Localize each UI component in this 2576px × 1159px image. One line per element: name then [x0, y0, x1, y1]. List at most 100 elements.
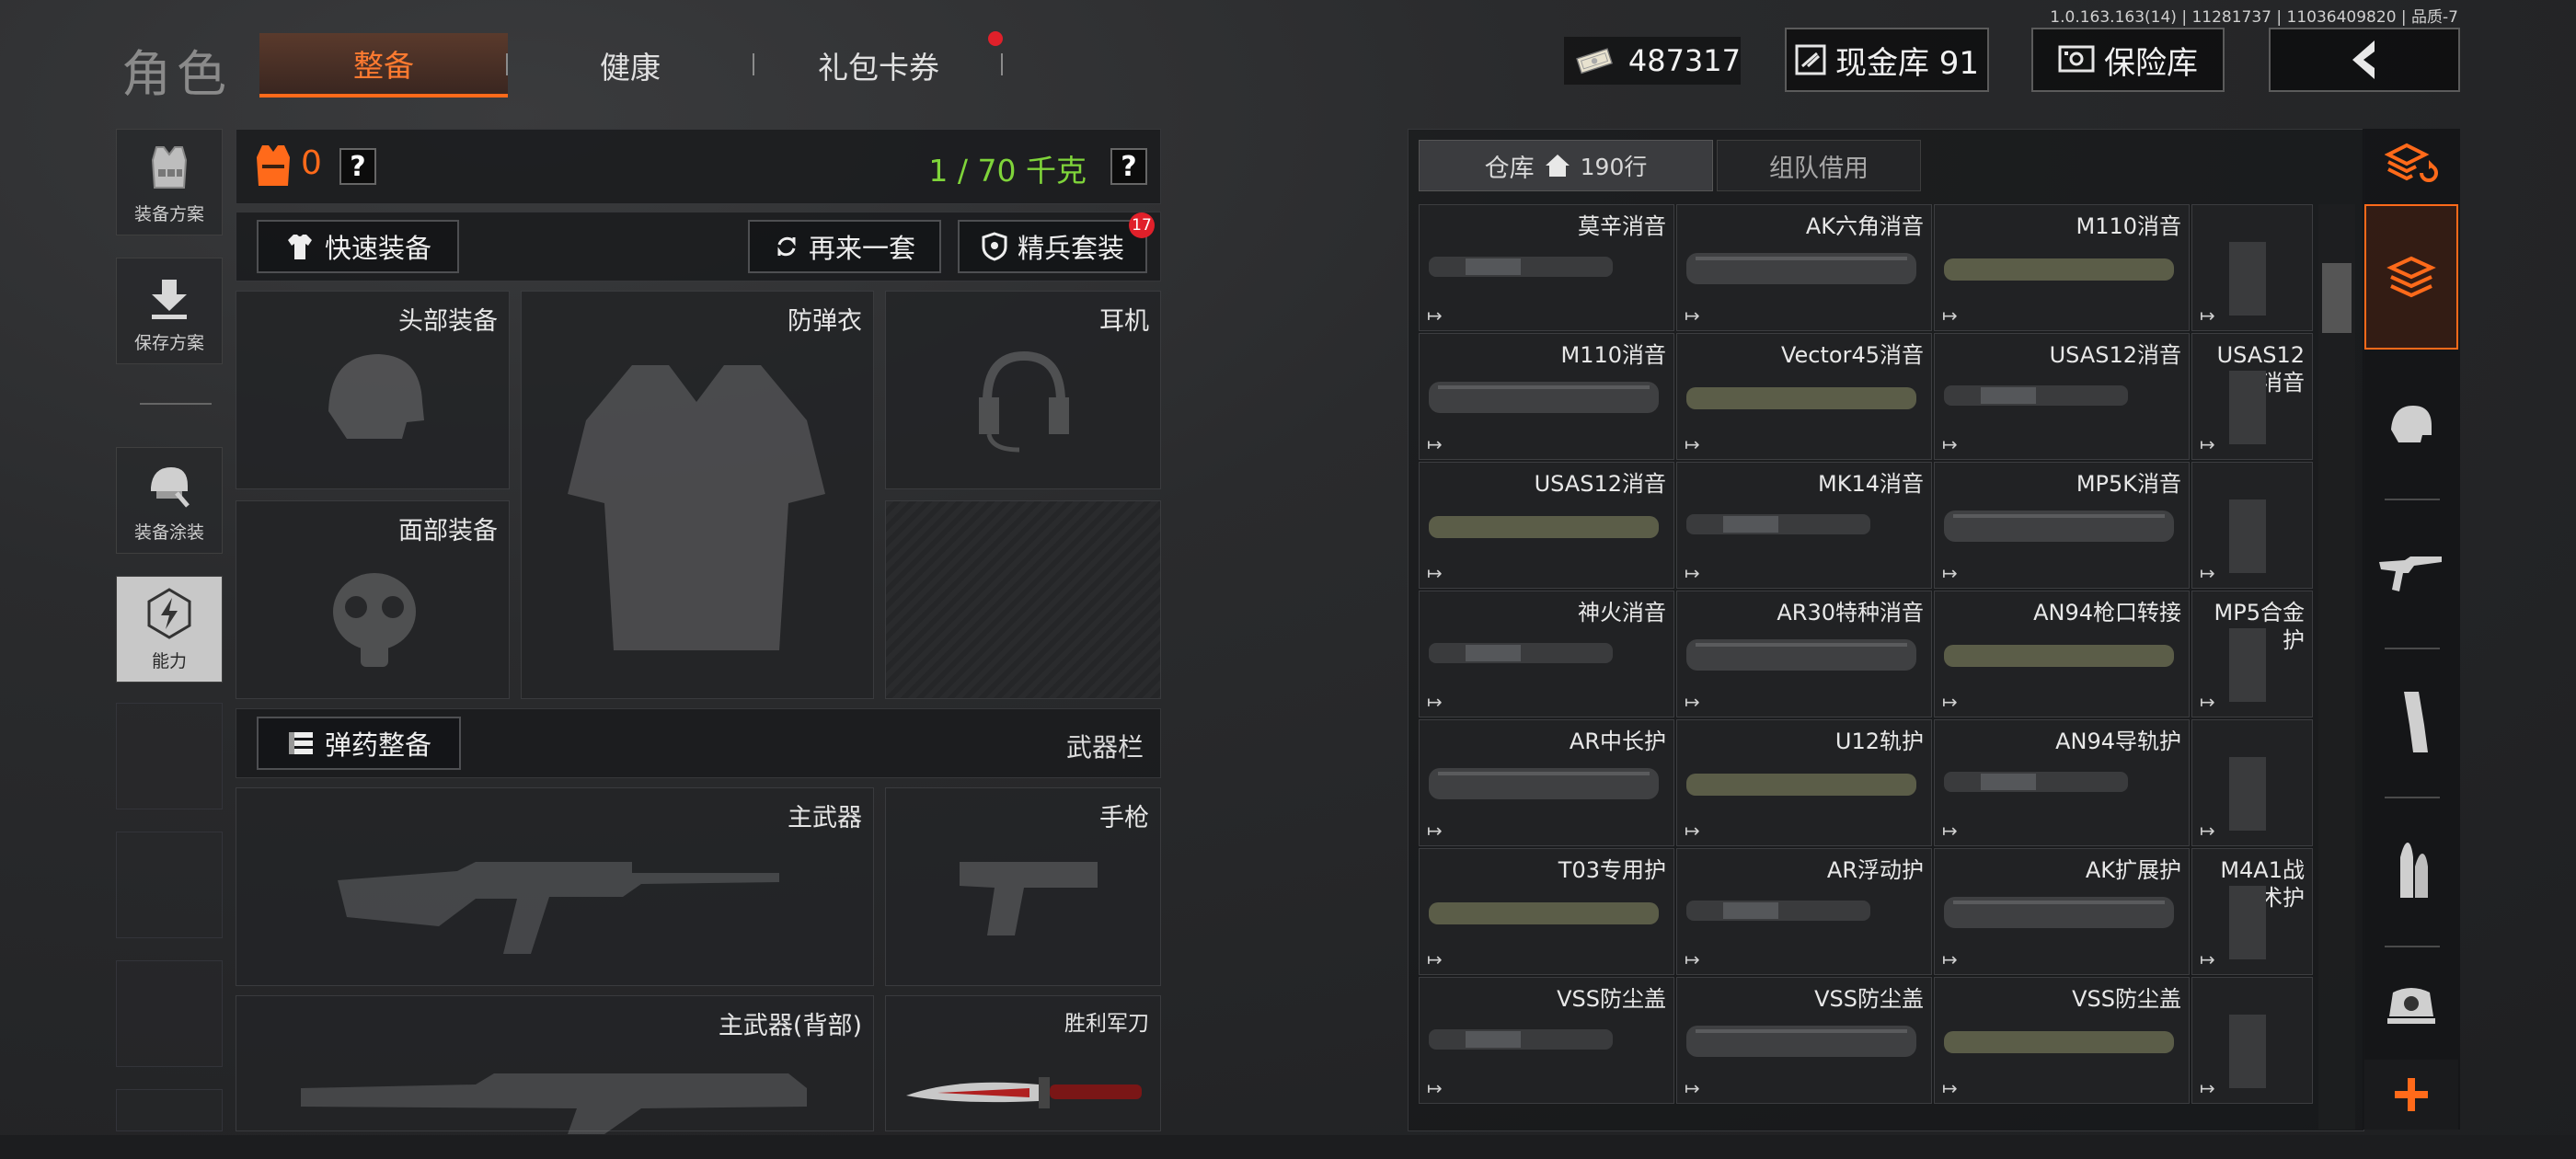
- item-slot[interactable]: AR中长护 ↦: [1419, 719, 1674, 846]
- item-slot[interactable]: 神火消音 ↦: [1419, 591, 1674, 717]
- item-name: MP5K消音: [2076, 471, 2181, 497]
- item-slot[interactable]: MK14消音 ↦: [1676, 462, 1932, 589]
- item-slot[interactable]: 莫辛消音 ↦: [1419, 204, 1674, 331]
- back-button[interactable]: [2269, 28, 2460, 92]
- back-weapon-slot[interactable]: 主武器(背部): [236, 995, 874, 1134]
- item-name: VSS防尘盖: [1814, 986, 1924, 1012]
- stack-layers-icon: [2386, 256, 2436, 298]
- item-slot[interactable]: ↦: [2191, 204, 2313, 331]
- refresh-icon: [777, 236, 796, 257]
- item-slot[interactable]: AN94枪口转接 ↦: [1934, 591, 2190, 717]
- category-magazines[interactable]: [2364, 653, 2458, 791]
- category-attachments[interactable]: [2364, 951, 2458, 1056]
- equipment-skin-label: 装备涂装: [133, 522, 204, 543]
- weight-help-icon[interactable]: ?: [1110, 148, 1147, 185]
- ear-slot[interactable]: 耳机: [885, 291, 1161, 489]
- item-transfer-icon: ↦: [1427, 562, 1443, 584]
- item-slot[interactable]: AR浮动护 ↦: [1676, 848, 1932, 975]
- sort-button[interactable]: [2364, 129, 2458, 202]
- elite-set-button[interactable]: 精兵套装: [958, 220, 1147, 273]
- knife-icon: [906, 1077, 1142, 1108]
- item-transfer-icon: ↦: [2200, 304, 2215, 327]
- item-transfer-icon: ↦: [2200, 1077, 2215, 1099]
- item-slot[interactable]: ↦: [2191, 977, 2313, 1104]
- back-weapon-label: 主武器(背部): [718, 1012, 862, 1040]
- item-transfer-icon: ↦: [1942, 1077, 1958, 1099]
- add-button[interactable]: [2364, 1060, 2458, 1130]
- item-slot[interactable]: M110消音 ↦: [1934, 204, 2190, 331]
- item-slot[interactable]: M4A1战术护 ↦: [2191, 848, 2313, 975]
- item-slot[interactable]: USAS12消音 ↦: [1934, 333, 2190, 460]
- item-slot[interactable]: AK六角消音 ↦: [1676, 204, 1932, 331]
- pistol-silhouette-icon: [960, 862, 1098, 935]
- item-slot[interactable]: AK扩展护 ↦: [1934, 848, 2190, 975]
- ability-button[interactable]: 能力: [116, 576, 223, 683]
- category-all-selected[interactable]: [2364, 204, 2458, 350]
- stack-refresh-icon: [2385, 143, 2438, 182]
- item-transfer-icon: ↦: [2200, 948, 2215, 970]
- item-slot[interactable]: AN94导轨护 ↦: [1934, 719, 2190, 846]
- page-title: 角色: [121, 45, 232, 103]
- loadout-plan-button[interactable]: 装备方案: [116, 129, 223, 235]
- tab-team-borrow[interactable]: 组队借用: [1717, 140, 1921, 191]
- attachment-icon: [2229, 757, 2266, 831]
- elite-set-badge: 17: [1129, 212, 1155, 238]
- item-slot[interactable]: VSS防尘盖 ↦: [1676, 977, 1932, 1104]
- category-ammo[interactable]: [2364, 802, 2458, 940]
- item-slot[interactable]: VSS防尘盖 ↦: [1419, 977, 1674, 1104]
- scrollbar-thumb[interactable]: [2322, 263, 2352, 333]
- item-slot[interactable]: MP5K消音 ↦: [1934, 462, 2190, 589]
- vest-slot[interactable]: 防弹衣: [521, 291, 874, 699]
- head-slot[interactable]: 头部装备: [236, 291, 510, 489]
- item-slot[interactable]: USAS12消音 ↦: [2191, 333, 2313, 460]
- pistol-slot[interactable]: 手枪: [885, 787, 1161, 986]
- face-slot[interactable]: 面部装备: [236, 500, 510, 699]
- item-slot[interactable]: T03专用护 ↦: [1419, 848, 1674, 975]
- item-slot[interactable]: USAS12消音 ↦: [1419, 462, 1674, 589]
- category-gear[interactable]: [2364, 355, 2458, 493]
- item-slot[interactable]: MP5合金护 ↦: [2191, 591, 2313, 717]
- item-transfer-icon: ↦: [1942, 691, 1958, 713]
- equipment-skin-button[interactable]: 装备涂装: [116, 447, 223, 554]
- item-transfer-icon: ↦: [1427, 1077, 1443, 1099]
- quick-equip-button[interactable]: 快速装备: [257, 220, 459, 273]
- item-name: VSS防尘盖: [1557, 986, 1666, 1012]
- cash-vault-button[interactable]: 现金库 91: [1785, 28, 1989, 92]
- item-transfer-icon: ↦: [1427, 948, 1443, 970]
- armor-help-icon[interactable]: ?: [339, 148, 376, 185]
- loadout-plan-label: 装备方案: [133, 204, 204, 224]
- sidebar-divider: [2385, 946, 2440, 947]
- item-slot[interactable]: U12轨护 ↦: [1676, 719, 1932, 846]
- notification-dot: [988, 31, 1003, 46]
- item-slot[interactable]: VSS防尘盖 ↦: [1934, 977, 2190, 1104]
- knife-slot[interactable]: 胜利军刀: [885, 995, 1161, 1131]
- vest-silhouette-icon: [568, 365, 825, 650]
- money-display: 487317: [1564, 37, 1741, 85]
- item-slot[interactable]: AR30特种消音 ↦: [1676, 591, 1932, 717]
- storage-tab-label: 仓库: [1484, 154, 1535, 183]
- tab-health[interactable]: 健康: [506, 33, 754, 98]
- primary-weapon-slot[interactable]: 主武器: [236, 787, 874, 986]
- item-slot[interactable]: ↦: [2191, 462, 2313, 589]
- item-transfer-icon: ↦: [1942, 562, 1958, 584]
- equip-toolbar: 快速装备 再来一套 精兵套装 17: [236, 212, 1161, 281]
- reroll-button[interactable]: 再来一套: [748, 220, 941, 273]
- item-slot[interactable]: ↦: [2191, 719, 2313, 846]
- item-slot[interactable]: M110消音 ↦: [1419, 333, 1674, 460]
- safe-vault-button[interactable]: 保险库: [2031, 28, 2225, 92]
- scrollbar-track[interactable]: [2318, 204, 2355, 1130]
- category-weapons[interactable]: [2364, 504, 2458, 642]
- helmet-silhouette-icon: [328, 354, 424, 439]
- knife-label: 胜利军刀: [1064, 1012, 1149, 1036]
- ammo-equip-button[interactable]: 弹药整备: [257, 717, 461, 770]
- tab-gift-vouchers[interactable]: 礼包卡券: [754, 33, 1003, 98]
- cash-icon: [1576, 48, 1613, 75]
- attachment-icon: [1944, 258, 2174, 281]
- tab-storage[interactable]: 仓库 190行: [1419, 140, 1713, 191]
- rifle-icon: [2379, 557, 2442, 591]
- tab-equip[interactable]: 整备: [259, 33, 508, 98]
- save-plan-button[interactable]: 保存方案: [116, 258, 223, 364]
- attachment-icon: [1944, 645, 2174, 667]
- item-slot[interactable]: Vector45消音 ↦: [1676, 333, 1932, 460]
- attachment-icon: [1944, 1031, 2174, 1053]
